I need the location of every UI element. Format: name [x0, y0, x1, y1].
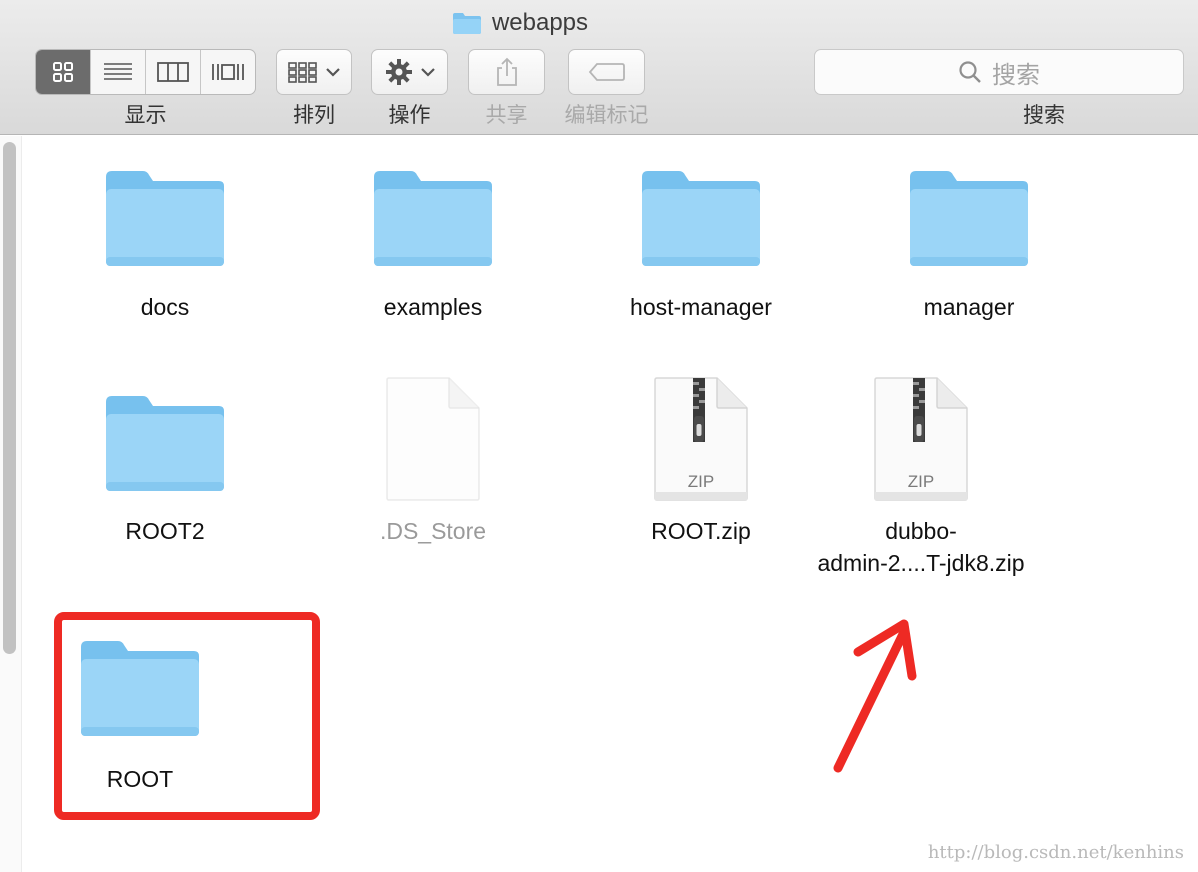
file-item-root2[interactable]: ROOT2: [45, 385, 285, 555]
edit-tags-label: 编辑标记: [564, 104, 649, 127]
watermark: http://blog.csdn.net/kenhins: [927, 842, 1184, 863]
file-name: .DS_Store: [379, 518, 487, 544]
folder-icon: [642, 171, 760, 266]
zip-badge: ZIP: [907, 472, 935, 491]
zip-badge: ZIP: [687, 472, 715, 491]
folder-icon: [106, 171, 224, 266]
window-title: webapps: [491, 9, 589, 36]
file-name: host-manager: [630, 294, 772, 320]
list-view-button[interactable]: [91, 50, 146, 94]
file-name: ROOT.zip: [651, 518, 751, 544]
edit-tags-button[interactable]: [568, 49, 645, 95]
view-mode-control[interactable]: [35, 49, 256, 95]
file-name-line-2: admin-2....T-jdk8.zip: [817, 550, 1025, 576]
file-item-dubbo-admin-zip[interactable]: ZIP dubbo- admin-2....T-jdk8.zip: [801, 372, 1041, 582]
file-name: manager: [923, 294, 1015, 320]
list-icon: [104, 63, 132, 80]
search-placeholder: 搜索: [992, 61, 1040, 89]
chevron-down-icon: [326, 68, 340, 77]
file-item-host-manager[interactable]: host-manager: [581, 160, 821, 330]
file-name: ROOT2: [125, 518, 205, 544]
cover-flow-view-button[interactable]: [201, 50, 255, 94]
file-name: docs: [140, 294, 190, 320]
toolbar: webapps 显示 排列 操作 共享 编辑标记 搜索 搜索: [0, 0, 1198, 135]
arrange-label: 排列: [293, 104, 335, 127]
document-icon: [386, 377, 480, 501]
cover-flow-icon: [212, 64, 244, 80]
file-item-manager[interactable]: manager: [849, 160, 1089, 330]
icon-view-button[interactable]: [36, 50, 91, 94]
folder-icon: [910, 171, 1028, 266]
scrollbar-thumb[interactable]: [3, 142, 16, 654]
arrange-button[interactable]: [276, 49, 352, 95]
arrow-annotation: [833, 619, 917, 773]
grid-icon: [53, 62, 73, 82]
column-view-button[interactable]: [146, 50, 201, 94]
search-input[interactable]: 搜索: [814, 49, 1184, 95]
search-label: 搜索: [1023, 104, 1065, 127]
action-label: 操作: [388, 104, 431, 127]
file-item-root-zip[interactable]: ZIP ROOT.zip: [581, 372, 821, 562]
folder-icon: [106, 396, 224, 491]
gear-icon: [385, 59, 412, 85]
folder-icon: [452, 13, 481, 34]
search-icon: [959, 61, 981, 83]
share-label: 共享: [485, 104, 528, 127]
highlight-box: [54, 612, 320, 820]
share-button[interactable]: [468, 49, 545, 95]
window-title-bar: webapps: [0, 8, 1040, 38]
view-label: 显示: [124, 104, 167, 127]
folder-icon: [374, 171, 492, 266]
columns-icon: [157, 62, 189, 82]
chevron-down-icon: [420, 68, 435, 77]
action-button[interactable]: [371, 49, 448, 95]
share-icon: [496, 57, 517, 86]
file-item-examples[interactable]: examples: [313, 160, 553, 330]
file-name-line-1: dubbo-: [885, 518, 957, 544]
arrange-icon: [288, 62, 317, 83]
file-name: examples: [383, 294, 483, 320]
file-item-docs[interactable]: docs: [45, 160, 285, 330]
tag-icon: [588, 63, 625, 81]
file-item-ds-store[interactable]: .DS_Store: [313, 372, 553, 562]
